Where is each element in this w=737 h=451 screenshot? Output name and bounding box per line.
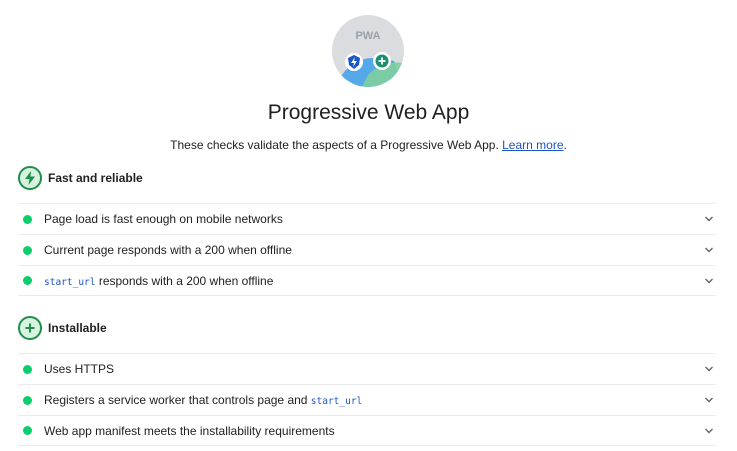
pass-indicator-icon — [23, 426, 32, 435]
audit-title: start_url responds with a 200 when offli… — [44, 274, 273, 288]
code-start-url: start_url — [44, 276, 96, 288]
audit-title-text: Registers a service worker that controls… — [44, 393, 311, 407]
category-description: These checks validate the aspects of a P… — [0, 138, 737, 152]
code-start-url: start_url — [310, 396, 363, 407]
audit-row[interactable]: Uses HTTPS — [18, 353, 716, 384]
description-period: . — [563, 138, 567, 152]
audit-title-rest: responds with a 200 when offline — [95, 273, 274, 288]
audit-row[interactable]: Current page responds with a 200 when of… — [18, 234, 716, 265]
group-title-fast-reliable: Fast and reliable — [48, 171, 143, 185]
learn-more-link[interactable]: Learn more — [502, 138, 563, 152]
audit-row[interactable]: Web app manifest meets the installabilit… — [18, 415, 716, 446]
chevron-down-icon[interactable] — [704, 214, 714, 224]
plus-icon — [18, 316, 42, 340]
pass-indicator-icon — [23, 245, 32, 255]
page-title: Progressive Web App — [267, 101, 470, 124]
audit-title: Registers a service worker that controls… — [44, 393, 362, 407]
pass-indicator-icon — [23, 214, 32, 224]
audit-row[interactable]: Registers a service worker that controls… — [18, 384, 716, 415]
chevron-down-icon[interactable] — [704, 395, 714, 405]
description-text: These checks validate the aspects of a P… — [170, 138, 499, 152]
audit-title: Current page responds with a 200 when of… — [44, 243, 292, 257]
gauge-label: PWA — [355, 30, 380, 42]
group-header-installable: Installable — [18, 316, 107, 340]
pwa-gauge-icon: PWA — [332, 15, 404, 87]
pass-indicator-icon — [23, 276, 32, 285]
audit-title: Web app manifest meets the installabilit… — [44, 423, 335, 438]
chevron-down-icon[interactable] — [704, 364, 714, 374]
chevron-down-icon[interactable] — [704, 276, 714, 286]
audit-title: Page load is fast enough on mobile netwo… — [44, 212, 283, 226]
audit-title: Uses HTTPS — [44, 362, 115, 376]
chevron-down-icon[interactable] — [704, 426, 714, 436]
category-header: PWA Progressive Web App These checks val… — [0, 0, 737, 160]
group-title-installable: Installable — [48, 321, 107, 335]
pass-indicator-icon — [23, 395, 32, 405]
lightning-icon — [18, 166, 42, 190]
chevron-down-icon[interactable] — [704, 245, 714, 255]
audit-row[interactable]: Page load is fast enough on mobile netwo… — [18, 203, 716, 234]
group-header-fast-reliable: Fast and reliable — [18, 166, 143, 190]
audit-row[interactable]: start_url responds with a 200 when offli… — [18, 265, 716, 296]
pass-indicator-icon — [23, 364, 32, 374]
